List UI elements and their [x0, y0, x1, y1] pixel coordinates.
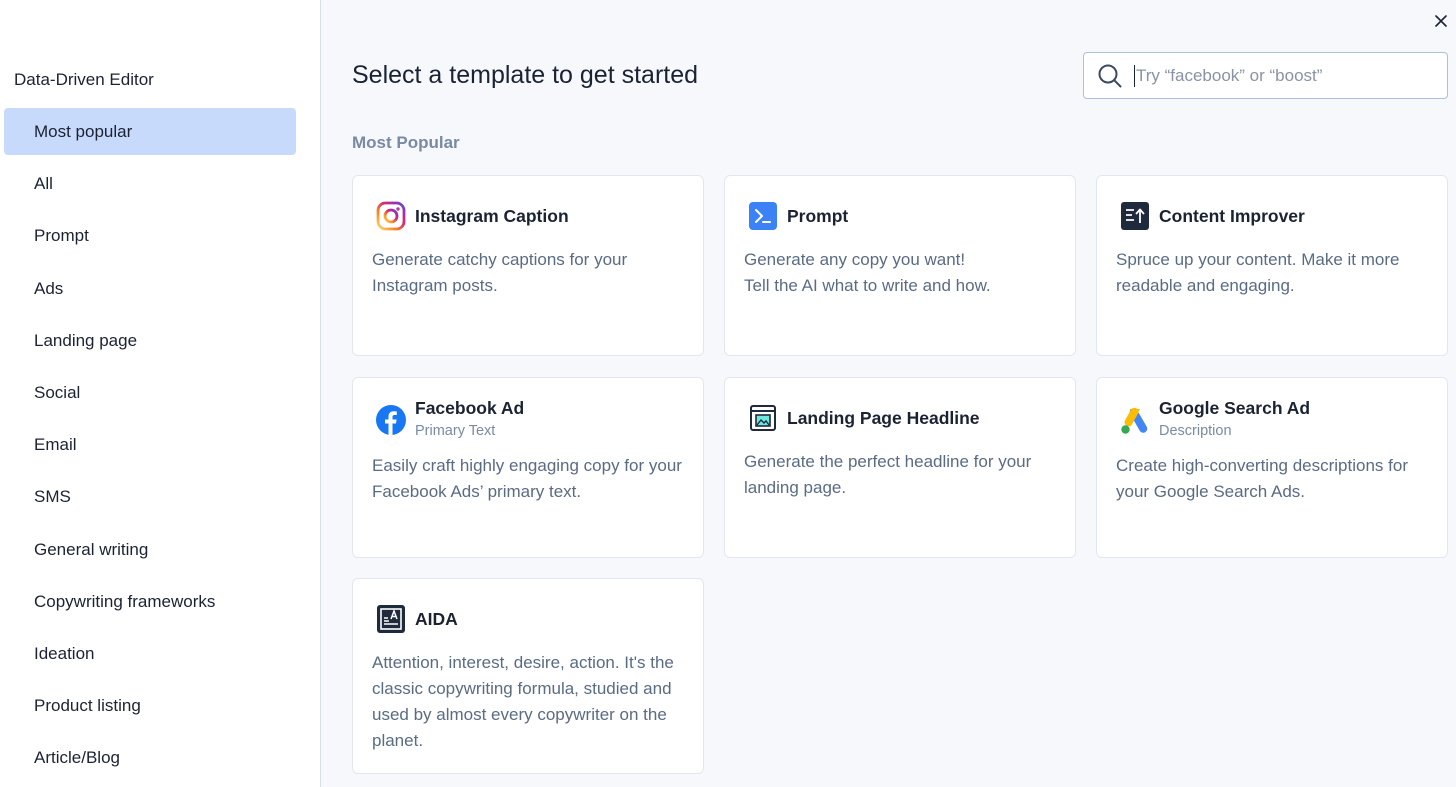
sidebar-item-sms[interactable]: SMS — [4, 473, 296, 520]
sidebar-item-email[interactable]: Email — [4, 421, 296, 468]
card-title: Google Search Ad — [1159, 398, 1311, 418]
sidebar-item-landing-page[interactable]: Landing page — [4, 317, 296, 364]
card-subtitle: Description — [1159, 423, 1232, 439]
sidebar-item-prompt[interactable]: Prompt — [4, 212, 296, 259]
sidebar-item-product-listing[interactable]: Product listing — [4, 682, 296, 729]
page-title: Select a template to get started — [352, 61, 699, 89]
template-card-google-search-ad[interactable]: Google Search Ad Description Create high… — [1096, 377, 1448, 558]
card-description: Attention, interest, desire, action. It'… — [372, 653, 674, 750]
sidebar-item-all[interactable]: All — [4, 160, 296, 207]
sidebar-item-ideation[interactable]: Ideation — [4, 630, 296, 677]
sidebar-nav: Most popular All Prompt Ads Landing page… — [4, 108, 296, 786]
search-icon — [1097, 63, 1123, 89]
card-title: Landing Page Headline — [787, 407, 980, 428]
template-card-aida[interactable]: AIDA Attention, interest, desire, action… — [352, 578, 704, 774]
card-description: Generate any copy you want! Tell the AI … — [744, 250, 991, 295]
card-title: Prompt — [787, 205, 849, 226]
card-description: Spruce up your content. Make it more rea… — [1116, 250, 1400, 295]
template-card-instagram-caption[interactable]: Instagram Caption Generate catchy captio… — [352, 175, 704, 356]
card-title: Content Improver — [1159, 205, 1305, 226]
sidebar-item-copywriting-frameworks[interactable]: Copywriting frameworks — [4, 578, 296, 625]
google-ads-icon — [1119, 404, 1151, 436]
close-button[interactable] — [1430, 10, 1452, 32]
section-label: Most Popular — [352, 133, 460, 152]
prompt-icon — [747, 200, 779, 232]
card-title: Facebook Ad — [415, 398, 525, 418]
sidebar-title: Data-Driven Editor — [14, 70, 154, 89]
aida-icon — [375, 603, 407, 635]
content-improver-icon — [1119, 200, 1151, 232]
sidebar-item-social[interactable]: Social — [4, 369, 296, 416]
sidebar-item-ads[interactable]: Ads — [4, 265, 296, 312]
sidebar-item-most-popular[interactable]: Most popular — [4, 108, 296, 155]
template-card-prompt[interactable]: Prompt Generate any copy you want! Tell … — [724, 175, 1076, 356]
card-title: Instagram Caption — [415, 205, 569, 226]
card-subtitle: Primary Text — [415, 423, 496, 439]
template-card-landing-page-headline[interactable]: Landing Page Headline Generate the perfe… — [724, 377, 1076, 558]
template-card-facebook-ad[interactable]: Facebook Ad Primary Text Easily craft hi… — [352, 377, 704, 558]
instagram-icon — [375, 200, 407, 232]
search-box[interactable] — [1083, 52, 1448, 99]
sidebar-item-general-writing[interactable]: General writing — [4, 526, 296, 573]
card-description: Generate catchy captions for your Instag… — [372, 250, 628, 295]
close-icon — [1435, 15, 1447, 27]
sidebar: Data-Driven Editor Most popular All Prom… — [0, 0, 321, 787]
card-title: AIDA — [415, 608, 458, 629]
landing-page-icon — [747, 402, 779, 434]
search-input[interactable] — [1134, 64, 1447, 87]
card-description: Easily craft highly engaging copy for yo… — [372, 456, 682, 501]
card-description: Create high-converting descriptions for … — [1116, 456, 1408, 501]
card-description: Generate the perfect headline for your l… — [744, 452, 1032, 497]
facebook-icon — [375, 404, 407, 436]
sidebar-item-article-blog[interactable]: Article/Blog — [4, 734, 296, 781]
template-card-content-improver[interactable]: Content Improver Spruce up your content.… — [1096, 175, 1448, 356]
